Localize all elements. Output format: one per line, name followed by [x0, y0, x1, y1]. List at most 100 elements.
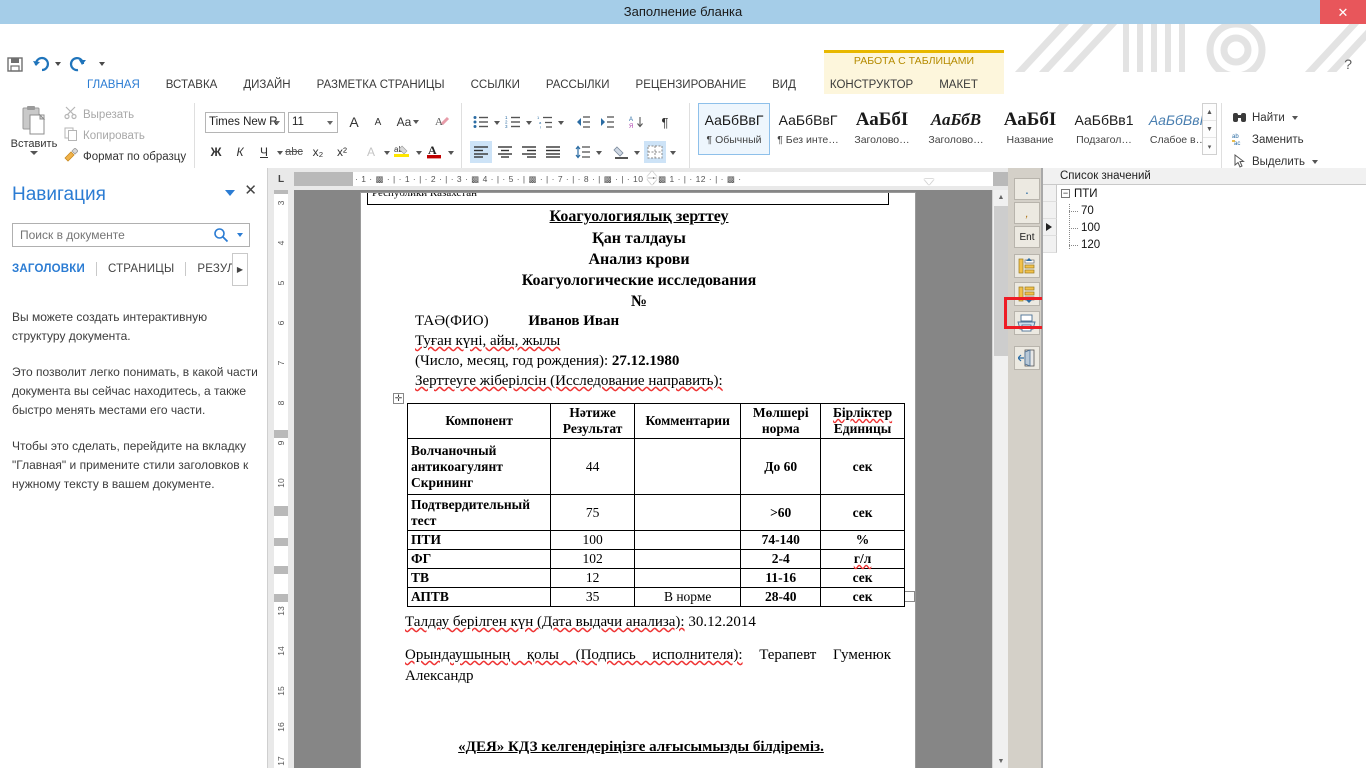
style-heading-1[interactable]: АаБбI Заголово… — [846, 103, 918, 155]
find-caret[interactable] — [1291, 116, 1298, 120]
find-button[interactable]: Найти — [1232, 107, 1298, 129]
multilevel-caret[interactable] — [558, 121, 564, 125]
format-painter-button[interactable]: Формат по образцу — [64, 147, 186, 166]
document-page[interactable]: Республики Казахстан Коагуологиялық зерт… — [360, 192, 916, 768]
bullets-caret[interactable] — [494, 121, 500, 125]
tab-insert[interactable]: ВСТАВКА — [153, 72, 231, 99]
numbering-caret[interactable] — [526, 121, 532, 125]
search-icon[interactable] — [213, 227, 229, 243]
value-list-item[interactable]: 120 — [1081, 237, 1100, 254]
font-name-caret[interactable] — [274, 121, 280, 125]
numbering-button[interactable]: 1 2 3 — [502, 111, 524, 133]
scroll-down-arrow[interactable]: ▼ — [994, 754, 1008, 768]
show-formatting-marks-button[interactable]: ¶ — [654, 111, 676, 133]
redo-icon[interactable] — [69, 55, 87, 73]
value-list-item[interactable]: 70 — [1081, 203, 1094, 220]
font-size-combo[interactable]: 11 — [288, 112, 338, 133]
search-input[interactable] — [18, 224, 208, 246]
nav-tab-pages[interactable]: СТРАНИЦЫ — [108, 263, 174, 275]
styles-more-button[interactable]: ▾ — [1203, 138, 1216, 155]
select-caret[interactable] — [1312, 160, 1319, 164]
dot-tool-icon[interactable]: . — [1014, 178, 1040, 200]
line-spacing-button[interactable] — [572, 141, 594, 163]
hanging-indent-marker[interactable] — [647, 179, 657, 185]
move-down-icon[interactable] — [1014, 282, 1040, 306]
cut-button[interactable]: Вырезать — [64, 105, 134, 124]
change-case-caret[interactable] — [413, 120, 420, 124]
paste-button[interactable]: Вставить — [8, 103, 60, 165]
grow-font-button[interactable]: A — [343, 111, 365, 133]
shading-caret[interactable] — [634, 151, 640, 155]
nav-tab-headings[interactable]: ЗАГОЛОВКИ — [12, 263, 85, 275]
table-row[interactable]: ПТИ 100 74-140 % — [406, 530, 905, 550]
change-case-button[interactable]: Aa — [394, 111, 422, 133]
right-indent-marker[interactable] — [924, 179, 934, 185]
subscript-button[interactable]: x₂ — [307, 141, 329, 163]
save-icon[interactable] — [6, 55, 24, 73]
align-right-button[interactable] — [518, 141, 540, 163]
scrollbar-thumb[interactable] — [994, 206, 1008, 356]
table-row[interactable]: АПТВ 35 В норме 28-40 сек — [406, 587, 905, 607]
paste-dropdown-caret[interactable] — [30, 151, 38, 155]
line-spacing-caret[interactable] — [596, 151, 602, 155]
table-resize-handle[interactable] — [904, 591, 915, 602]
move-up-icon[interactable] — [1014, 254, 1040, 278]
styles-scroll-down-button[interactable]: ▼ — [1203, 121, 1216, 138]
tab-table-layout[interactable]: МАКЕТ — [926, 72, 991, 99]
enter-tool-button[interactable]: Ent — [1014, 226, 1040, 248]
table-row[interactable]: ТВ 12 11-16 сек — [406, 568, 905, 588]
italic-button[interactable]: К — [229, 141, 251, 163]
style-heading-2[interactable]: АаБбВ Заголово… — [920, 103, 992, 155]
help-icon[interactable]: ? — [1344, 56, 1352, 72]
highlight-caret[interactable] — [416, 151, 422, 155]
first-line-indent-marker[interactable] — [647, 171, 657, 177]
tab-references[interactable]: ССЫЛКИ — [458, 72, 533, 99]
value-list-root-node[interactable]: − ПТИ — [1061, 186, 1098, 203]
increase-indent-button[interactable] — [596, 111, 618, 133]
navigation-close-icon[interactable]: ✕ — [244, 183, 257, 198]
undo-icon[interactable] — [32, 55, 50, 73]
gutter-row-selected[interactable] — [1043, 219, 1057, 236]
search-options-caret[interactable] — [237, 233, 243, 237]
tab-home[interactable]: ГЛАВНАЯ — [74, 72, 153, 99]
superscript-button[interactable]: x² — [331, 141, 353, 163]
value-list-item[interactable]: 100 — [1081, 220, 1100, 237]
tab-view[interactable]: ВИД — [759, 72, 809, 99]
exit-icon[interactable] — [1014, 346, 1040, 370]
lab-results-table[interactable]: Компонент Нәтиже Результат Комментарии М… — [406, 403, 905, 607]
borders-button[interactable] — [644, 141, 666, 163]
close-window-button[interactable]: ✕ — [1320, 0, 1366, 24]
borders-caret[interactable] — [670, 151, 676, 155]
bold-button[interactable]: Ж — [205, 141, 227, 163]
horizontal-ruler[interactable]: · 1 · ▩ · | · 1 · | · 2 · | · 3 · ▩ 4 · … — [294, 168, 1008, 190]
tab-review[interactable]: РЕЦЕНЗИРОВАНИЕ — [623, 72, 760, 99]
gutter-row[interactable] — [1043, 202, 1057, 219]
navigation-search-box[interactable] — [12, 223, 250, 247]
justify-button[interactable] — [542, 141, 564, 163]
strikethrough-button[interactable]: abc — [283, 141, 305, 163]
comma-tool-icon[interactable]: , — [1014, 202, 1040, 224]
decrease-indent-button[interactable] — [572, 111, 594, 133]
scroll-up-arrow[interactable]: ▲ — [994, 190, 1008, 204]
tab-page-layout[interactable]: РАЗМЕТКА СТРАНИЦЫ — [304, 72, 458, 99]
replace-button[interactable]: ab ac Заменить — [1232, 129, 1304, 151]
style-normal[interactable]: АаБбВвГ ¶ Обычный — [698, 103, 770, 155]
gutter-row[interactable] — [1043, 236, 1057, 253]
style-title[interactable]: АаБбI Название — [994, 103, 1066, 155]
styles-scroll-up-button[interactable]: ▲ — [1203, 104, 1216, 121]
shrink-font-button[interactable]: A — [367, 111, 389, 133]
nav-tabs-overflow-button[interactable]: ▶ — [232, 253, 248, 286]
font-size-caret[interactable] — [327, 121, 333, 125]
text-effects-caret[interactable] — [384, 151, 390, 155]
tab-table-design[interactable]: КОНСТРУКТОР — [817, 72, 926, 99]
customize-qat-caret[interactable] — [99, 62, 105, 66]
table-row[interactable]: Подтвердительный тест 75 >60 сек — [406, 494, 905, 531]
align-left-button[interactable] — [470, 141, 492, 163]
print-icon[interactable] — [1014, 311, 1040, 335]
tab-design[interactable]: ДИЗАЙН — [230, 72, 303, 99]
navigation-options-caret[interactable] — [225, 190, 235, 196]
undo-dropdown-caret[interactable] — [55, 62, 61, 66]
tab-stop-selector[interactable]: L — [268, 168, 294, 190]
collapse-expander-icon[interactable]: − — [1061, 189, 1070, 199]
sort-button[interactable]: A Я — [625, 111, 647, 133]
